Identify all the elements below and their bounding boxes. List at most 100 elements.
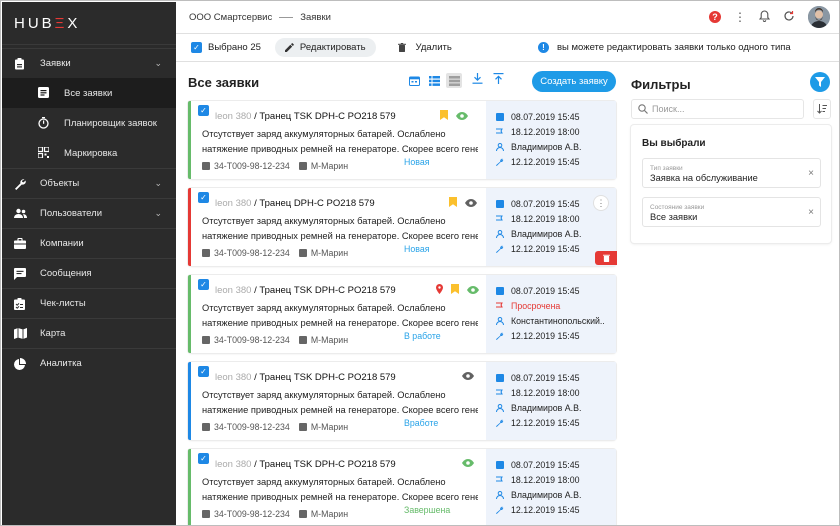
sidebar-item-messages[interactable]: Сообщения (2, 258, 176, 288)
view-switcher (406, 73, 462, 88)
close-icon[interactable]: × (808, 168, 814, 179)
request-card[interactable]: ✓ leon 380 / Транец TSK DPH-C PO218 579 … (188, 449, 616, 525)
request-title[interactable]: leon 380 / Транец TSK DPH-C PO218 579 (215, 459, 478, 470)
assignee: Владимиров А.В. (496, 400, 616, 415)
filter-button[interactable] (810, 72, 830, 92)
request-card[interactable]: ✓ leon 380 / Транец DPH-C PO218 579 Отсу… (188, 188, 617, 266)
checkbox-checked-icon[interactable]: ✓ (191, 42, 202, 53)
sidebar-item-label: Карта (40, 328, 66, 339)
breadcrumb-section[interactable]: Заявки (300, 12, 331, 23)
building-icon (298, 423, 307, 431)
filter-search-input[interactable]: Поиск... (631, 99, 804, 119)
filter-chip-type[interactable]: Тип заявки Заявка на обслуживание × (642, 158, 821, 188)
breadcrumb-company[interactable]: ООО Смартсервис (189, 12, 272, 23)
deadline-date: 18.12.2019 18:00 (496, 472, 616, 487)
request-title[interactable]: leon 380 / Транец TSK DPH-C PO218 579 (215, 111, 478, 122)
sort-button[interactable] (813, 99, 831, 119)
filters-panel: Фильтры Поиск... Вы выбрали Тип заявки З… (631, 67, 831, 227)
sidebar-item-analytics[interactable]: Аналитка (2, 348, 176, 378)
eye-icon[interactable] (462, 458, 474, 470)
sidebar-item-checklists[interactable]: Чек-листы (2, 288, 176, 318)
request-title-text: / Транец TSK DPH-C PO218 579 (251, 111, 396, 122)
chevron-down-icon: ⌄ (154, 178, 162, 188)
eye-icon[interactable] (465, 198, 477, 210)
request-card[interactable]: ✓ leon 380 / Транец TSK DPH-C PO218 579 … (188, 275, 616, 353)
download-icon[interactable] (472, 73, 483, 87)
created-date: 08.07.2019 15:45 (496, 370, 616, 385)
delete-card-button[interactable] (595, 251, 617, 265)
status-badge: Новая (404, 157, 430, 167)
status-badge: В работе (404, 331, 441, 341)
bookmark-icon[interactable] (449, 197, 457, 210)
building-icon (298, 162, 307, 170)
card-flags (436, 284, 479, 297)
message-icon (14, 267, 26, 280)
eye-icon[interactable] (462, 371, 474, 383)
sidebar-item-scheduler[interactable]: Планировщик заявок (2, 108, 176, 138)
pie-icon (14, 357, 26, 370)
location-pin-icon[interactable] (436, 284, 443, 297)
sidebar-item-objects[interactable]: Объекты ⌄ (2, 168, 176, 198)
assignee: Константинопольский.. (496, 313, 616, 328)
eye-icon[interactable] (456, 111, 468, 123)
request-title[interactable]: leon 380 / Транец DPH-C PO218 579 (215, 198, 478, 209)
sidebar-item-companies[interactable]: Компании (2, 228, 176, 258)
card-checkbox[interactable]: ✓ (198, 105, 209, 116)
request-card[interactable]: ✓ leon 380 / Транец TSK DPH-C PO218 579 … (188, 101, 616, 179)
request-code: 34-T009-98-12-234 (214, 422, 290, 432)
edit-button[interactable]: Редактировать (274, 38, 376, 57)
card-checkbox[interactable]: ✓ (198, 366, 209, 377)
users-icon (14, 208, 27, 220)
bookmark-icon[interactable] (440, 110, 448, 123)
card-menu-icon[interactable]: ⋮ (594, 196, 608, 210)
request-card[interactable]: ✓ leon 380 / Транец TSK DPH-C PO218 579 … (188, 362, 616, 440)
building-icon (298, 336, 307, 344)
search-placeholder: Поиск... (652, 104, 685, 114)
card-checkbox[interactable]: ✓ (198, 279, 209, 290)
close-icon[interactable]: × (808, 207, 814, 218)
assignee: Владимиров А.В. (496, 487, 616, 502)
request-code: 34-T009-98-12-234 (214, 335, 290, 345)
status-badge: Вработе (404, 418, 439, 428)
upload-icon[interactable] (493, 73, 504, 87)
sidebar-item-label: Маркировка (64, 147, 118, 159)
created-date: 08.07.2019 15:45 (496, 457, 616, 472)
table-view-icon[interactable] (446, 73, 462, 88)
bell-icon[interactable] (758, 9, 771, 25)
building-icon (298, 510, 307, 518)
sidebar-item-requests[interactable]: Заявки ⌄ (2, 48, 176, 78)
help-icon[interactable]: ? (709, 11, 721, 23)
filter-chip-state[interactable]: Состояние заявки Все заявки × (642, 197, 821, 227)
bookmark-icon[interactable] (451, 284, 459, 297)
map-icon (14, 327, 27, 340)
calendar-view-icon[interactable] (406, 73, 422, 88)
avatar[interactable] (808, 6, 830, 28)
list-view-icon[interactable] (426, 73, 442, 88)
create-request-button[interactable]: Создать заявку (532, 71, 616, 92)
more-vertical-icon[interactable]: ⋮ (734, 10, 746, 24)
request-title-text: / Транец TSK DPH-C PO218 579 (251, 285, 396, 296)
eye-icon[interactable] (467, 285, 479, 297)
logo[interactable]: HUB Ξ X (2, 2, 176, 45)
top-bar-actions: ? ⋮ (709, 6, 830, 28)
refresh-icon[interactable] (783, 10, 795, 25)
delete-button[interactable]: Удалить (397, 42, 452, 53)
person-icon (496, 229, 504, 238)
request-location: М-Марин (310, 335, 349, 345)
request-title[interactable]: leon 380 / Транец TSK DPH-C PO218 579 (215, 372, 478, 383)
list-icon (38, 87, 50, 99)
timer-icon (38, 117, 50, 129)
sidebar-item-users[interactable]: Пользователи ⌄ (2, 198, 176, 228)
selected-count[interactable]: ✓ Выбрано 25 (191, 42, 261, 53)
card-checkbox[interactable]: ✓ (198, 192, 209, 203)
sidebar-item-marking[interactable]: Маркировка (2, 138, 176, 168)
request-location: М-Марин (310, 161, 349, 171)
flag-icon (496, 128, 504, 136)
search-icon (638, 104, 648, 114)
sidebar-nav: Заявки ⌄ Все заявки Планировщик заявок М… (2, 48, 176, 378)
sidebar-item-map[interactable]: Карта (2, 318, 176, 348)
chevron-down-icon: ⌄ (154, 58, 162, 68)
card-checkbox[interactable]: ✓ (198, 453, 209, 464)
sidebar-item-all-requests[interactable]: Все заявки (2, 78, 176, 108)
barcode-icon (202, 510, 210, 518)
